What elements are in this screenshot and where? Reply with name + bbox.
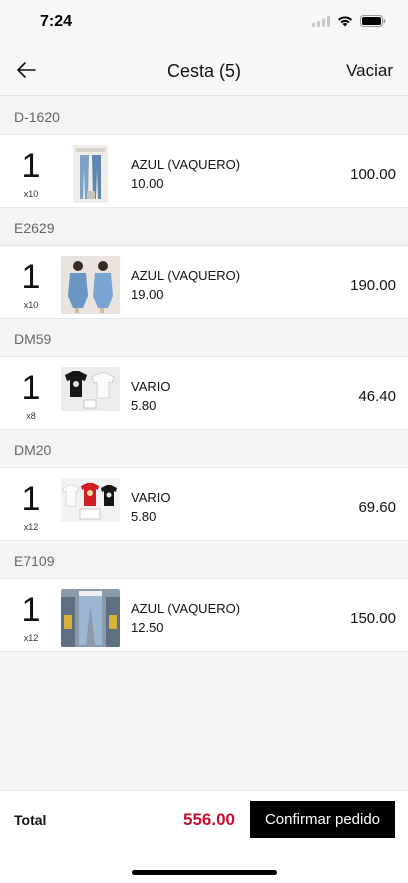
total-label: Total (14, 812, 47, 828)
nav-bar: Cesta (5) Vaciar (0, 44, 408, 96)
item-quantity: 1 (21, 147, 41, 185)
item-unit-price: 5.80 (131, 398, 157, 413)
cart-item-row[interactable]: 1 x8 VARIO 5.80 46.40 (0, 356, 408, 430)
item-multiplier: x12 (23, 633, 39, 643)
jeans-product-photo (73, 145, 108, 203)
item-description: VARIO (131, 490, 171, 505)
item-unit-price: 5.80 (131, 509, 157, 524)
status-icons (312, 15, 386, 27)
denim-dress-product-photo (61, 256, 120, 314)
group-header: DM20 (0, 430, 408, 467)
item-quantity: 1 (21, 258, 41, 296)
group-header: D-1620 (0, 97, 408, 134)
total-amount: 556.00 (183, 810, 235, 829)
item-unit-price: 19.00 (131, 287, 164, 302)
signal-icon (312, 15, 330, 27)
confirm-order-button[interactable]: Confirmar pedido (250, 801, 395, 838)
item-description: AZUL (VAQUERO) (131, 601, 241, 616)
battery-icon (360, 15, 386, 27)
item-multiplier: x8 (26, 411, 36, 421)
item-line-total: 69.60 (358, 499, 396, 516)
cart-item-row[interactable]: 1 x10 AZUL (VAQUERO) 19.00 190.00 (0, 245, 408, 319)
cart-item-row[interactable]: 1 x12 AZUL (VAQUERO) 12.50 150.00 (0, 578, 408, 652)
group-header: DM59 (0, 319, 408, 356)
jeans-display-product-photo (61, 589, 120, 647)
cart-item-row[interactable]: 1 x12 VARIO 5.80 69.60 (0, 467, 408, 541)
item-quantity: 1 (21, 591, 41, 629)
item-quantity: 1 (21, 480, 41, 518)
item-description: AZUL (VAQUERO) (131, 157, 241, 172)
home-indicator[interactable] (132, 870, 277, 875)
item-line-total: 100.00 (350, 166, 396, 183)
item-multiplier: x10 (23, 189, 39, 199)
item-multiplier: x10 (23, 300, 39, 310)
item-line-total: 46.40 (358, 388, 396, 405)
item-description: AZUL (VAQUERO) (131, 268, 241, 283)
tshirts-product-photo (61, 367, 120, 425)
cart-list: D-1620 1 x10 AZUL (VAQUERO) 10.00 100.00… (0, 97, 408, 652)
item-quantity: 1 (21, 369, 41, 407)
item-unit-price: 12.50 (131, 620, 164, 635)
status-bar: 7:24 (0, 0, 408, 44)
status-time: 7:24 (40, 13, 73, 30)
item-description: VARIO (131, 379, 171, 394)
item-unit-price: 10.00 (131, 176, 164, 191)
empty-cart-button[interactable]: Vaciar (346, 61, 393, 81)
wifi-icon (338, 16, 352, 27)
group-header: E7109 (0, 541, 408, 578)
printed-tshirts-product-photo (61, 478, 120, 536)
cart-item-row[interactable]: 1 x10 AZUL (VAQUERO) 10.00 100.00 (0, 134, 408, 208)
item-line-total: 190.00 (350, 277, 396, 294)
group-header: E2629 (0, 208, 408, 245)
item-multiplier: x12 (23, 522, 39, 532)
item-line-total: 150.00 (350, 610, 396, 627)
